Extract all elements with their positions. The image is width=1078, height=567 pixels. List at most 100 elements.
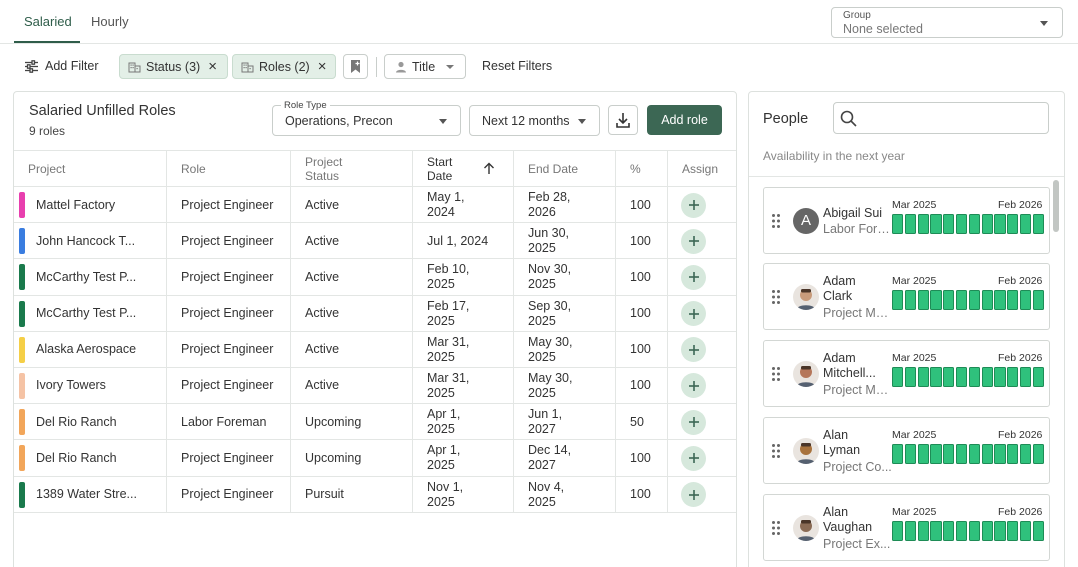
person-card[interactable]: Adam Mitchell... Project Ma... Mar 2025 Feb …: [763, 340, 1050, 407]
project-name: Alaska Aerospace: [36, 342, 137, 357]
person-photo-icon: [795, 520, 817, 541]
project-cell[interactable]: Del Rio Ranch: [14, 440, 167, 477]
title-filter-button[interactable]: Title: [384, 54, 466, 79]
status-filter-chip[interactable]: Status (3) ×: [119, 54, 228, 79]
availability-month-cell: [943, 444, 955, 464]
scrollbar[interactable]: [1053, 180, 1059, 232]
availability-bar: [892, 290, 1045, 310]
period-value: Next 12 months: [482, 114, 570, 128]
assign-button[interactable]: [681, 264, 706, 290]
project-cell[interactable]: 1389 Water Stre...: [14, 476, 167, 513]
plus-icon: [688, 380, 699, 391]
column-header-project-status[interactable]: Project Status: [291, 151, 413, 187]
group-label: Group: [843, 10, 871, 21]
plus-icon: [688, 272, 699, 283]
add-filter-button[interactable]: Add Filter: [24, 59, 99, 73]
project-color-indicator: [19, 336, 25, 363]
building-icon: [128, 62, 141, 72]
assign-button[interactable]: [681, 482, 706, 507]
people-title: People: [763, 111, 809, 127]
table-row[interactable]: Del Rio Ranch Project Engineer Upcoming Apr…: [14, 440, 736, 477]
column-header-start-date[interactable]: Start Date: [413, 151, 514, 187]
drag-handle-icon[interactable]: [771, 366, 781, 382]
table-row[interactable]: Ivory Towers Project Engineer Active Mar 31…: [14, 367, 736, 405]
column-header-role[interactable]: Role: [167, 151, 291, 187]
person-role: Labor Fore...: [823, 222, 893, 236]
role-cell: Project Engineer: [167, 295, 291, 332]
download-button[interactable]: [608, 105, 638, 135]
plus-icon: [688, 344, 699, 355]
tab-hourly[interactable]: Hourly: [91, 14, 129, 29]
close-icon[interactable]: ×: [208, 59, 217, 74]
role-type-select[interactable]: Role Type Operations, Precon: [272, 100, 461, 136]
roles-filter-chip[interactable]: Roles (2) ×: [232, 54, 336, 79]
person-card[interactable]: Alan Vaughan Project Ex... Mar 2025 Feb 2026: [763, 494, 1050, 561]
save-view-button[interactable]: [343, 54, 368, 79]
reset-filters-button[interactable]: Reset Filters: [482, 59, 552, 73]
end-date-cell: Feb 28, 2026: [514, 187, 616, 223]
project-cell[interactable]: Alaska Aerospace: [14, 331, 167, 368]
start-date-cell: Feb 10, 2025: [413, 259, 514, 296]
availability-month-cell: [1019, 444, 1032, 464]
close-icon[interactable]: ×: [318, 59, 327, 74]
end-date-cell: Sep 30, 2025: [514, 295, 616, 332]
role-cell: Project Engineer: [167, 476, 291, 513]
project-cell[interactable]: Ivory Towers: [14, 367, 167, 404]
person-role: Project Co...: [823, 460, 892, 474]
drag-handle-icon[interactable]: [771, 443, 781, 459]
person-name: Vaughan: [823, 520, 873, 534]
plus-icon: [688, 417, 699, 428]
assign-button[interactable]: [681, 301, 706, 327]
table-row[interactable]: Mattel Factory Project Engineer Active May …: [14, 187, 736, 224]
availability-bar: [892, 367, 1045, 387]
start-date-cell: Apr 1, 2025: [413, 440, 514, 477]
assign-button[interactable]: [681, 409, 706, 435]
avatar: [793, 438, 819, 464]
drag-handle-icon[interactable]: [771, 213, 781, 229]
plus-icon: [688, 236, 699, 247]
availability-bar: [892, 521, 1045, 541]
drag-handle-icon[interactable]: [771, 520, 781, 536]
table-row[interactable]: Del Rio Ranch Labor Foreman Upcoming Apr 1,…: [14, 404, 736, 441]
column-header-end-date[interactable]: End Date: [514, 151, 616, 187]
project-cell[interactable]: Mattel Factory: [14, 187, 167, 223]
assign-button[interactable]: [681, 228, 706, 254]
person-card[interactable]: Alan Lyman Project Co... Mar 2025 Feb 2026: [763, 417, 1050, 484]
person-role: Project Ma...: [823, 383, 893, 397]
add-role-button[interactable]: Add role: [647, 105, 722, 135]
person-card[interactable]: Adam Clark Project Ma... Mar 2025 Feb 2026: [763, 263, 1050, 330]
table-row[interactable]: John Hancock T... Project Engineer Active J…: [14, 223, 736, 260]
table-row[interactable]: McCarthy Test P... Project Engineer Active…: [14, 259, 736, 296]
availability-month-cell: [955, 521, 968, 541]
project-color-indicator: [19, 300, 25, 327]
tab-salaried[interactable]: Salaried: [24, 14, 72, 29]
start-date-cell: Nov 1, 2025: [413, 476, 514, 513]
column-header-percent[interactable]: %: [616, 151, 668, 187]
availability-month-cell: [930, 444, 942, 464]
table-row[interactable]: McCarthy Test P... Project Engineer Active…: [14, 295, 736, 332]
assign-button[interactable]: [681, 192, 706, 218]
people-list: A Abigail Sui Labor Fore... Mar 2025 Feb 202…: [749, 176, 1064, 567]
drag-handle-icon[interactable]: [771, 289, 781, 305]
role-type-label: Role Type: [281, 100, 330, 111]
availability-bar: [892, 444, 1045, 464]
assign-button[interactable]: [681, 337, 706, 363]
person-name: Clark: [823, 289, 853, 303]
chevron-down-icon: [446, 65, 454, 69]
project-cell[interactable]: McCarthy Test P...: [14, 259, 167, 296]
table-row[interactable]: Alaska Aerospace Project Engineer Active Ma…: [14, 331, 736, 368]
period-select[interactable]: Next 12 months: [469, 105, 600, 136]
person-card[interactable]: A Abigail Sui Labor Fore... Mar 2025 Feb 202…: [763, 187, 1050, 254]
project-cell[interactable]: Del Rio Ranch: [14, 404, 167, 441]
project-name: Del Rio Ranch: [36, 450, 117, 465]
end-date-cell: Jun 30, 2025: [514, 223, 616, 260]
project-cell[interactable]: John Hancock T...: [14, 223, 167, 260]
project-cell[interactable]: McCarthy Test P...: [14, 295, 167, 332]
assign-button[interactable]: [681, 373, 706, 399]
assign-button[interactable]: [681, 445, 706, 471]
table-row[interactable]: 1389 Water Stre... Project Engineer Pursui…: [14, 476, 736, 513]
availability-month-cell: [981, 444, 993, 464]
group-select[interactable]: Group None selected: [831, 7, 1063, 38]
column-header-project[interactable]: Project: [14, 151, 167, 187]
people-search-input[interactable]: [833, 102, 1049, 134]
